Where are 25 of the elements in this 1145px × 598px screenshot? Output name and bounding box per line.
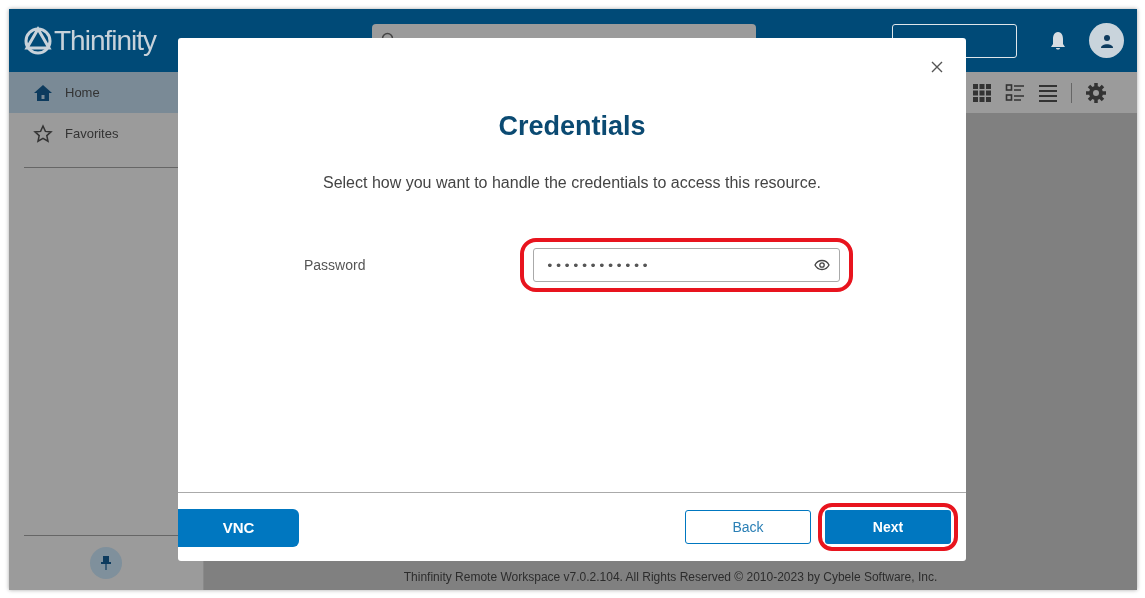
pin-icon — [101, 555, 111, 571]
pin-button[interactable] — [90, 547, 122, 579]
password-field[interactable]: •••••••••••• — [533, 248, 840, 282]
bell-icon[interactable] — [1049, 30, 1067, 51]
next-button[interactable]: Next — [825, 510, 951, 544]
settings-icon[interactable] — [1085, 81, 1107, 104]
logo-icon — [23, 25, 53, 56]
list-view-icon[interactable] — [1038, 82, 1058, 103]
eye-icon[interactable] — [814, 259, 830, 271]
home-icon — [33, 82, 53, 103]
copyright-text: Thinfinity Remote Workspace v7.0.2.104. All Rights Reserved © 2010-2023 by Cybele Software, Inc. — [403, 570, 938, 586]
close-icon — [931, 61, 943, 73]
logo-text: Thinfinity — [54, 24, 157, 57]
star-icon — [33, 123, 53, 144]
close-button[interactable] — [930, 60, 944, 74]
detail-list-icon[interactable] — [1005, 82, 1025, 103]
user-icon — [1099, 33, 1114, 48]
sidebar-item[interactable]: Favorites — [9, 113, 203, 154]
field-label: Password — [304, 257, 367, 273]
back-button[interactable]: Back — [685, 510, 811, 544]
dialog-title: Credentials — [498, 110, 646, 142]
grid-view-icon[interactable] — [972, 82, 992, 103]
avatar[interactable] — [1089, 23, 1124, 58]
resource-button[interactable]: VNC — [178, 508, 299, 547]
dialog-description: Select how you want to handle the credentials to access this resource. — [322, 174, 822, 192]
